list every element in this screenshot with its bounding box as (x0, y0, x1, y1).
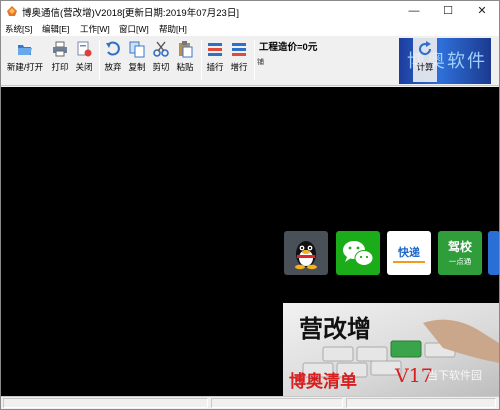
close-doc-button[interactable]: 关闭 (73, 38, 95, 82)
paste-button[interactable]: 粘贴 (174, 38, 196, 82)
project-cost-label: 工程造价=0元 (259, 42, 318, 53)
kuaidi-underline (393, 261, 425, 263)
title-bar: 博奥通信(营改增)V2018[更新日期:2019年07月23日] — ☐ ✕ (1, 1, 499, 22)
add-row-button[interactable]: 增行 (228, 38, 250, 82)
undo-button[interactable]: 放弃 (102, 38, 124, 82)
kuaidi-tile[interactable]: 快递 (387, 231, 431, 275)
insert-row-label: 插行 (206, 62, 224, 72)
toolbar-separator (201, 40, 202, 80)
menu-edit[interactable]: 编辑[E] (42, 23, 69, 35)
paste-icon (179, 41, 193, 58)
cut-button[interactable]: 剪切 (150, 38, 172, 82)
toolbar-small-mark: 铺 (257, 59, 264, 66)
watermark-text: 当下软件园 (427, 370, 482, 382)
jiaxiao-tile[interactable]: 驾校 一点通 (438, 231, 482, 275)
insert-row-icon (208, 43, 222, 56)
app-logo-icon (7, 6, 17, 16)
window-title: 博奥通信(营改增)V2018[更新日期:2019年07月23日] (22, 8, 239, 19)
maximize-button[interactable]: ☐ (431, 1, 465, 22)
folder-open-icon (18, 45, 32, 55)
status-bar (1, 396, 499, 409)
status-pane-middle (211, 398, 343, 408)
print-button[interactable]: 打印 (49, 38, 71, 82)
new-open-label: 新建/打开 (6, 62, 44, 72)
wechat-tile[interactable] (336, 231, 380, 275)
copy-button[interactable]: 复制 (126, 38, 148, 82)
kuaidi-label: 快递 (398, 247, 420, 259)
partial-app-tile[interactable] (488, 231, 499, 275)
close-doc-label: 关闭 (75, 62, 93, 72)
toolbar-separator (254, 40, 255, 80)
undo-icon (106, 41, 120, 56)
toolbar-separator (99, 40, 100, 80)
copy-label: 复制 (128, 62, 146, 72)
menu-help[interactable]: 帮助[H] (159, 23, 187, 35)
qq-tile[interactable] (284, 231, 328, 275)
menu-bar: 系统[S] 编辑[E] 工作[W] 窗口[W] 帮助[H] (1, 22, 499, 36)
status-pane-right (346, 398, 496, 408)
insert-row-button[interactable]: 插行 (204, 38, 226, 82)
calculate-button[interactable]: 计算 (413, 38, 437, 82)
scissors-icon (153, 41, 169, 57)
app-window: 博奥通信(营改增)V2018[更新日期:2019年07月23日] — ☐ ✕ 系… (0, 0, 500, 410)
new-open-button[interactable]: 新建/打开 (4, 38, 46, 82)
menu-work[interactable]: 工作[W] (80, 23, 110, 35)
cut-label: 剪切 (152, 62, 170, 72)
refresh-calc-icon (419, 41, 432, 56)
add-row-label: 增行 (230, 62, 248, 72)
paste-label: 粘贴 (176, 62, 194, 72)
close-document-icon (77, 41, 92, 57)
jiaxiao-label: 驾校 (447, 240, 472, 254)
status-pane-main (3, 398, 208, 408)
qq-penguin-icon (295, 241, 317, 270)
promo-banner[interactable]: 营改增 博奥清单 V17 当下软件园 (283, 303, 499, 396)
calculate-label: 计算 (416, 62, 434, 72)
toolbar: 新建/打开 打印 关闭 放弃 复制 剪切 粘贴 插行 增行 铺 博奥软件 计算 (1, 36, 499, 86)
close-button[interactable]: ✕ (465, 1, 499, 22)
menu-window[interactable]: 窗口[W] (119, 23, 149, 35)
add-row-icon (232, 43, 246, 56)
undo-label: 放弃 (104, 62, 122, 72)
jiaxiao-sub-label: 一点通 (448, 257, 472, 266)
wechat-bubble-icon (343, 241, 374, 266)
promo-subtitle: 博奥清单 (289, 372, 357, 392)
copy-icon (129, 41, 145, 58)
printer-icon (53, 41, 67, 57)
menu-system[interactable]: 系统[S] (5, 23, 32, 35)
promo-title: 营改增 (299, 315, 371, 343)
print-label: 打印 (51, 62, 69, 72)
workspace: 快递 驾校 一点通 营改增 博奥清单 V17 当下软件园 (1, 87, 499, 396)
minimize-button[interactable]: — (397, 1, 431, 22)
